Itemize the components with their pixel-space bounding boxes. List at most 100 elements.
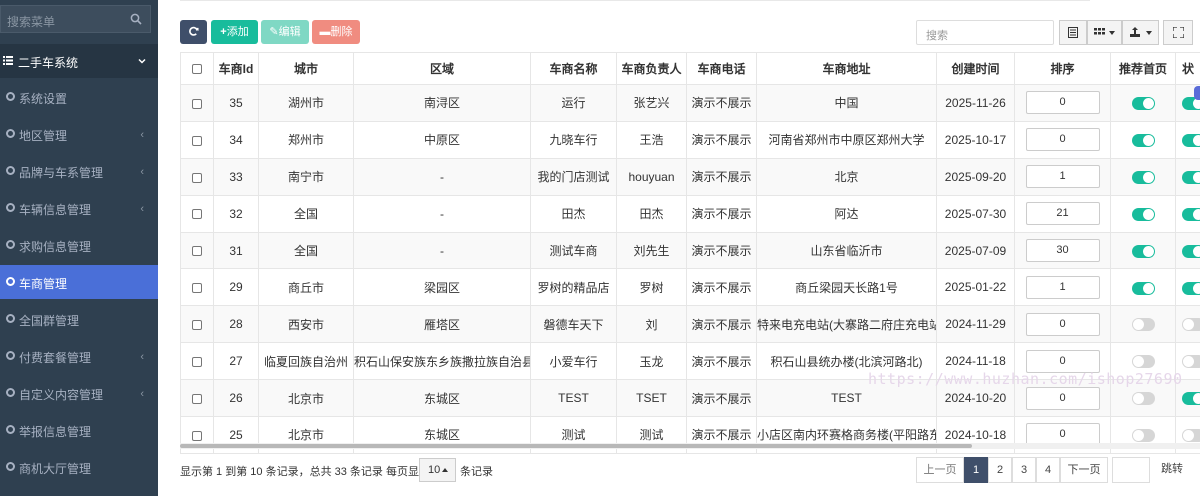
recommend-toggle[interactable] <box>1131 318 1155 332</box>
sidebar-item[interactable]: 举报信息管理 <box>0 413 158 447</box>
recommend-toggle[interactable] <box>1131 134 1155 147</box>
row-checkbox[interactable] <box>192 209 202 220</box>
row-select-cell[interactable] <box>180 157 214 196</box>
sidebar-item[interactable]: 商机大厅管理 <box>0 450 158 484</box>
column-header[interactable]: 车商电话 <box>686 52 757 85</box>
recommend-toggle[interactable] <box>1131 281 1155 295</box>
sort-input[interactable]: 1 <box>1025 275 1100 299</box>
status-toggle[interactable] <box>1182 355 1200 369</box>
row-select-cell[interactable] <box>180 120 214 159</box>
jump-page-input[interactable] <box>1112 457 1150 483</box>
column-header[interactable]: 区域 <box>353 52 531 85</box>
table-search-input[interactable]: 搜索 <box>916 20 1054 45</box>
delete-button[interactable]: ▬删除 <box>312 20 360 44</box>
column-header[interactable]: 车商名称 <box>530 52 617 85</box>
scrollbar-thumb[interactable] <box>180 444 972 448</box>
sort-input[interactable]: 30 <box>1025 239 1100 262</box>
columns-toggle-button[interactable] <box>1087 20 1122 45</box>
status-toggle[interactable] <box>1182 392 1200 406</box>
row-select-cell[interactable] <box>180 268 214 307</box>
row-select-cell[interactable] <box>180 342 214 381</box>
table-row[interactable]: 34 郑州市 中原区 九晓车行 王浩 演示不展示 河南省郑州市中原区郑州大学 2025-10-… <box>180 120 1200 159</box>
row-checkbox[interactable] <box>192 320 202 331</box>
sidebar-item[interactable]: 求购信息管理 <box>0 228 158 262</box>
refresh-button[interactable] <box>180 20 207 44</box>
page-button[interactable]: 2 <box>988 457 1012 483</box>
sort-input[interactable]: 0 <box>1025 91 1100 115</box>
row-checkbox[interactable] <box>192 393 202 404</box>
recommend-toggle[interactable] <box>1131 244 1155 258</box>
next-page-button[interactable]: 下一页 <box>1060 457 1108 483</box>
sidebar-item[interactable]: 付费套餐管理 ‹ <box>0 339 158 373</box>
row-checkbox[interactable] <box>192 430 202 441</box>
column-header[interactable]: 创建时间 <box>936 52 1015 85</box>
table-row[interactable]: 28 西安市 雁塔区 磐德车天下刘演示不展示 特来电充电站(大寨路二府庄充电站) 2024… <box>180 305 1200 344</box>
row-select-cell[interactable] <box>180 84 214 122</box>
sort-input[interactable]: 0 <box>1025 386 1100 410</box>
select-all-cell[interactable] <box>180 52 214 85</box>
page-button[interactable]: 1 <box>964 457 988 483</box>
sort-input[interactable]: 1 <box>1025 165 1100 189</box>
sort-input[interactable]: 0 <box>1025 128 1100 152</box>
sidebar-item[interactable]: 车辆信息管理 ‹ <box>0 191 158 225</box>
fullscreen-button[interactable] <box>1163 20 1193 45</box>
page-button[interactable]: 3 <box>1012 457 1036 483</box>
search-icon[interactable] <box>130 13 142 25</box>
sort-input[interactable]: 0 <box>1025 312 1100 336</box>
row-select-cell[interactable] <box>180 231 214 270</box>
sidebar-item[interactable]: 全国群管理 <box>0 302 158 336</box>
sidebar-item[interactable]: 地区管理 ‹ <box>0 117 158 151</box>
edit-button[interactable]: ✎编辑 <box>261 20 309 44</box>
row-checkbox[interactable] <box>192 135 202 146</box>
status-toggle[interactable] <box>1182 318 1200 332</box>
status-toggle[interactable] <box>1182 207 1200 221</box>
sidebar-item[interactable]: 车商管理 <box>0 265 158 299</box>
status-toggle[interactable] <box>1182 429 1200 443</box>
jump-button[interactable]: 跳转 <box>1152 457 1192 483</box>
column-header[interactable]: 车商地址 <box>756 52 937 85</box>
status-toggle[interactable] <box>1182 134 1200 147</box>
sidebar-item[interactable]: 自定义内容管理 ‹ <box>0 376 158 410</box>
system-menu-header[interactable]: 二手车系统 <box>0 44 158 78</box>
column-header[interactable]: 排序 <box>1014 52 1111 85</box>
column-header[interactable]: 推荐首页 <box>1110 52 1176 85</box>
row-select-cell[interactable] <box>180 305 214 344</box>
card-view-button[interactable] <box>1059 20 1087 45</box>
row-checkbox[interactable] <box>192 357 202 367</box>
row-checkbox[interactable] <box>192 283 202 294</box>
select-all-checkbox[interactable] <box>192 64 202 75</box>
table-row[interactable]: 32 全国 - 田杰 田杰 演示不展示 阿达 2025-07-30 21 <box>180 194 1200 233</box>
sidebar-item[interactable]: 品牌与车系管理 ‹ <box>0 154 158 188</box>
column-header[interactable]: 车商负责人 <box>616 52 687 85</box>
prev-page-button[interactable]: 上一页 <box>916 457 964 483</box>
recommend-toggle[interactable] <box>1131 97 1155 111</box>
row-checkbox[interactable] <box>192 98 202 109</box>
table-row[interactable]: 29 商丘市 梁园区 罗树的精品店 罗树 演示不展示 商丘梁园天长路1号 2025-01-22… <box>180 268 1200 307</box>
horizontal-scrollbar[interactable] <box>180 443 1200 449</box>
table-row[interactable]: 35 湖州市 南浔区 运行 张艺兴 演示不展示 中国 2025-11-26 0 <box>180 84 1200 122</box>
menu-search-input[interactable]: 搜索菜单 <box>0 5 151 33</box>
row-checkbox[interactable] <box>192 172 202 183</box>
status-toggle[interactable] <box>1182 281 1200 295</box>
recommend-toggle[interactable] <box>1131 170 1155 184</box>
column-header[interactable]: 车商Id <box>213 52 259 85</box>
status-toggle[interactable] <box>1182 244 1200 258</box>
recommend-toggle[interactable] <box>1131 392 1155 406</box>
export-button[interactable] <box>1122 20 1159 45</box>
column-header[interactable]: 城市 <box>258 52 354 85</box>
sidebar-item[interactable]: 系统设置 <box>0 80 158 114</box>
table-row[interactable]: 33 南宁市 - 我的门店测试 houyuan 演示不展示 北京 2025-09-20 1 <box>180 157 1200 196</box>
row-checkbox[interactable] <box>192 246 202 257</box>
column-header[interactable]: 状 <box>1175 52 1200 85</box>
row-select-cell[interactable] <box>180 194 214 233</box>
page-button[interactable]: 4 <box>1036 457 1060 483</box>
row-select-cell[interactable] <box>180 379 214 418</box>
add-button[interactable]: +添加 <box>211 20 258 44</box>
page-size-select[interactable]: 10 <box>419 458 456 482</box>
sort-input[interactable]: 21 <box>1025 202 1100 226</box>
recommend-toggle[interactable] <box>1131 429 1155 443</box>
recommend-toggle[interactable] <box>1131 207 1155 221</box>
recommend-toggle[interactable] <box>1131 355 1155 369</box>
table-row[interactable]: 31 全国 - 测试车商 刘先生 演示不展示 山东省临沂市 2025-07-09 30 <box>180 231 1200 270</box>
status-toggle[interactable] <box>1182 170 1200 184</box>
